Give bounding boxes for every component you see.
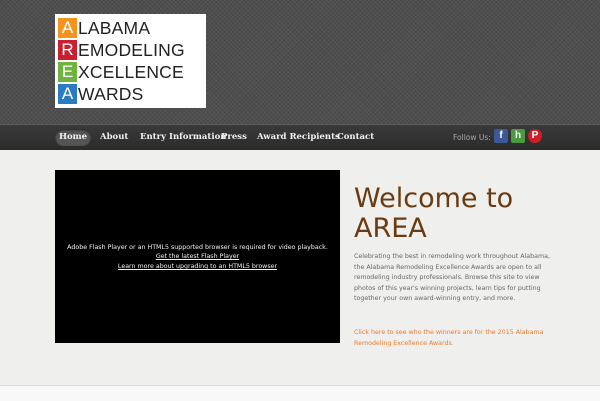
pinterest-icon[interactable]: P [528,129,542,143]
nav-home[interactable]: Home [55,129,91,146]
main-nav: Home About Entry Information Press Award… [0,124,600,151]
logo-row-4: A WARDS [58,83,144,104]
logo-row-2: R EMODELING [58,39,185,60]
nav-press[interactable]: Press [221,129,247,146]
html5-upgrade-link[interactable]: Learn more about upgrading to an HTML5 b… [55,262,340,271]
flash-message: Adobe Flash Player or an HTML5 supported… [67,244,328,251]
nav-about[interactable]: About [100,129,128,146]
logo-word-excellence: XCELLENCE [78,61,184,82]
houzz-icon[interactable]: h [511,129,525,143]
footer-strip [0,385,600,401]
intro-text: Celebrating the best in remodeling work … [354,253,550,302]
logo-word-awards: WARDS [78,83,144,104]
logo-letter-a2: A [58,83,77,104]
logo-word-remodeling: EMODELING [78,39,185,60]
follow-us-label: Follow Us: [453,133,491,142]
logo-letter-a: A [58,17,77,38]
page-title: Welcome to AREA [354,183,514,244]
logo-row-1: A LABAMA [58,17,150,38]
logo-row-3: E XCELLENCE [58,61,184,82]
video-player[interactable]: Adobe Flash Player or an HTML5 supported… [55,170,340,343]
logo-letter-e: E [58,61,77,82]
winners-link[interactable]: Click here to see who the winners are fo… [354,328,549,349]
nav-contact[interactable]: Contact [337,129,374,146]
facebook-icon[interactable]: f [494,129,508,143]
get-flash-link[interactable]: Get the latest Flash Player [55,252,340,261]
area-logo[interactable]: A LABAMA R EMODELING E XCELLENCE A WARDS [55,14,206,108]
nav-entry-information[interactable]: Entry Information [140,129,226,146]
header: A LABAMA R EMODELING E XCELLENCE A WARDS [0,0,600,124]
nav-award-recipients[interactable]: Award Recipients [257,129,340,146]
logo-letter-r: R [58,39,77,60]
logo-word-alabama: LABAMA [78,17,151,38]
